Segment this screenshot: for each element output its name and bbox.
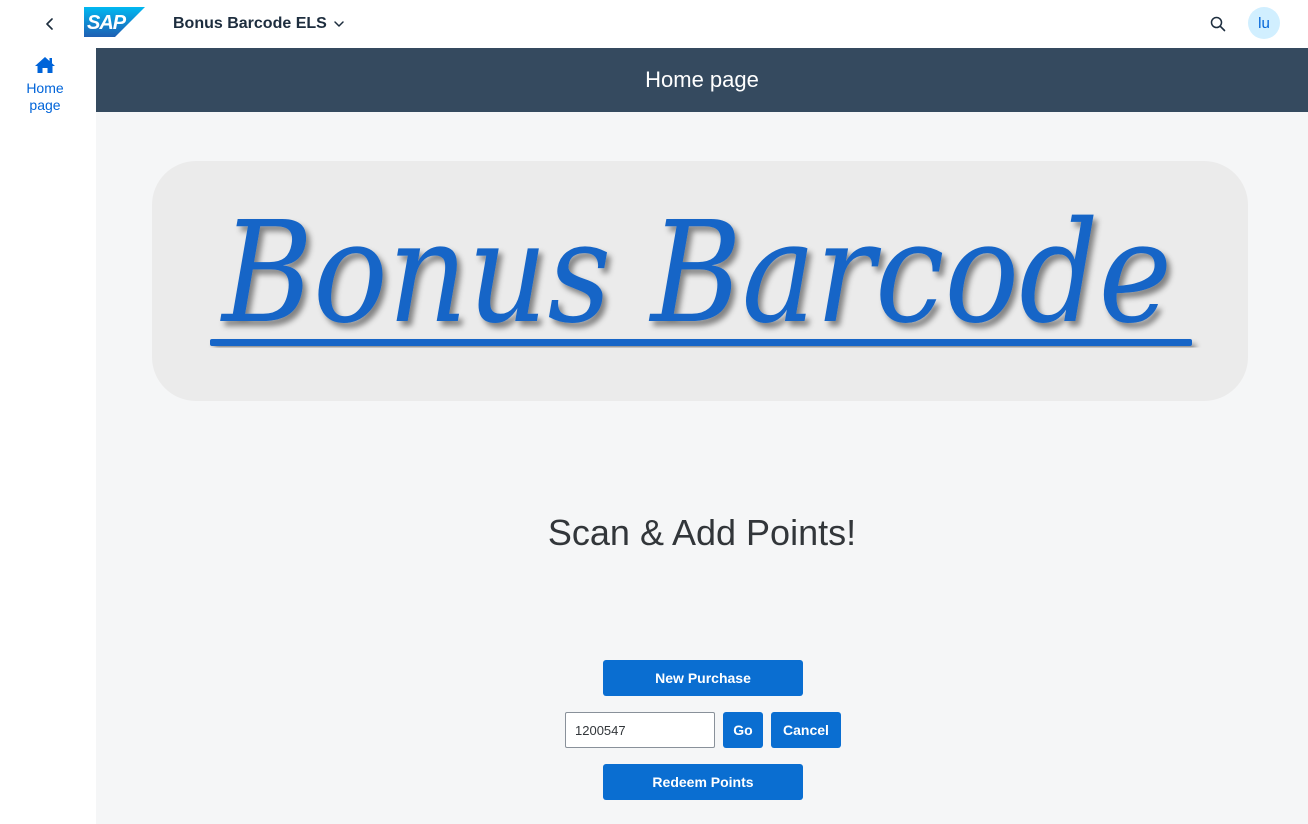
- home-icon: [35, 57, 55, 73]
- back-button[interactable]: [34, 8, 66, 40]
- user-avatar[interactable]: lu: [1248, 7, 1280, 39]
- sap-logo-text: SAP: [87, 12, 127, 34]
- search-button[interactable]: [1202, 8, 1234, 40]
- banner-logo: Bonus Barcode: [152, 161, 1248, 401]
- search-icon: [1210, 16, 1226, 32]
- page-title: Home page: [645, 67, 759, 92]
- banner-text: Bonus Barcode: [219, 192, 1172, 355]
- sidenav-item-label: Home page: [26, 80, 64, 113]
- back-icon: [46, 18, 53, 30]
- page-header: Home page: [96, 48, 1308, 112]
- chevron-down-icon: [334, 21, 344, 27]
- sidenav-item-home[interactable]: Home page: [4, 56, 86, 120]
- go-button[interactable]: Go: [723, 712, 763, 748]
- sap-logo[interactable]: SAP: [84, 7, 145, 37]
- scan-subtitle: Scan & Add Points!: [547, 512, 857, 553]
- cancel-button[interactable]: Cancel: [771, 712, 841, 748]
- shell-bar: SAP Bonus Barcode ELS lu: [0, 0, 1308, 48]
- main-content: Bonus Barcode Scan & Add Points! New Pur…: [96, 112, 1308, 824]
- avatar-initials: lu: [1258, 14, 1270, 32]
- side-navigation: Home page: [0, 48, 96, 824]
- redeem-points-button[interactable]: Redeem Points: [603, 764, 803, 800]
- banner-graphic: Bonus Barcode: [210, 192, 1192, 355]
- new-purchase-button[interactable]: New Purchase: [603, 660, 803, 696]
- banner-underline: [210, 339, 1192, 346]
- app-title: Bonus Barcode ELS: [173, 15, 327, 32]
- app-title-menu[interactable]: Bonus Barcode ELS: [173, 12, 345, 36]
- barcode-input[interactable]: [565, 712, 715, 748]
